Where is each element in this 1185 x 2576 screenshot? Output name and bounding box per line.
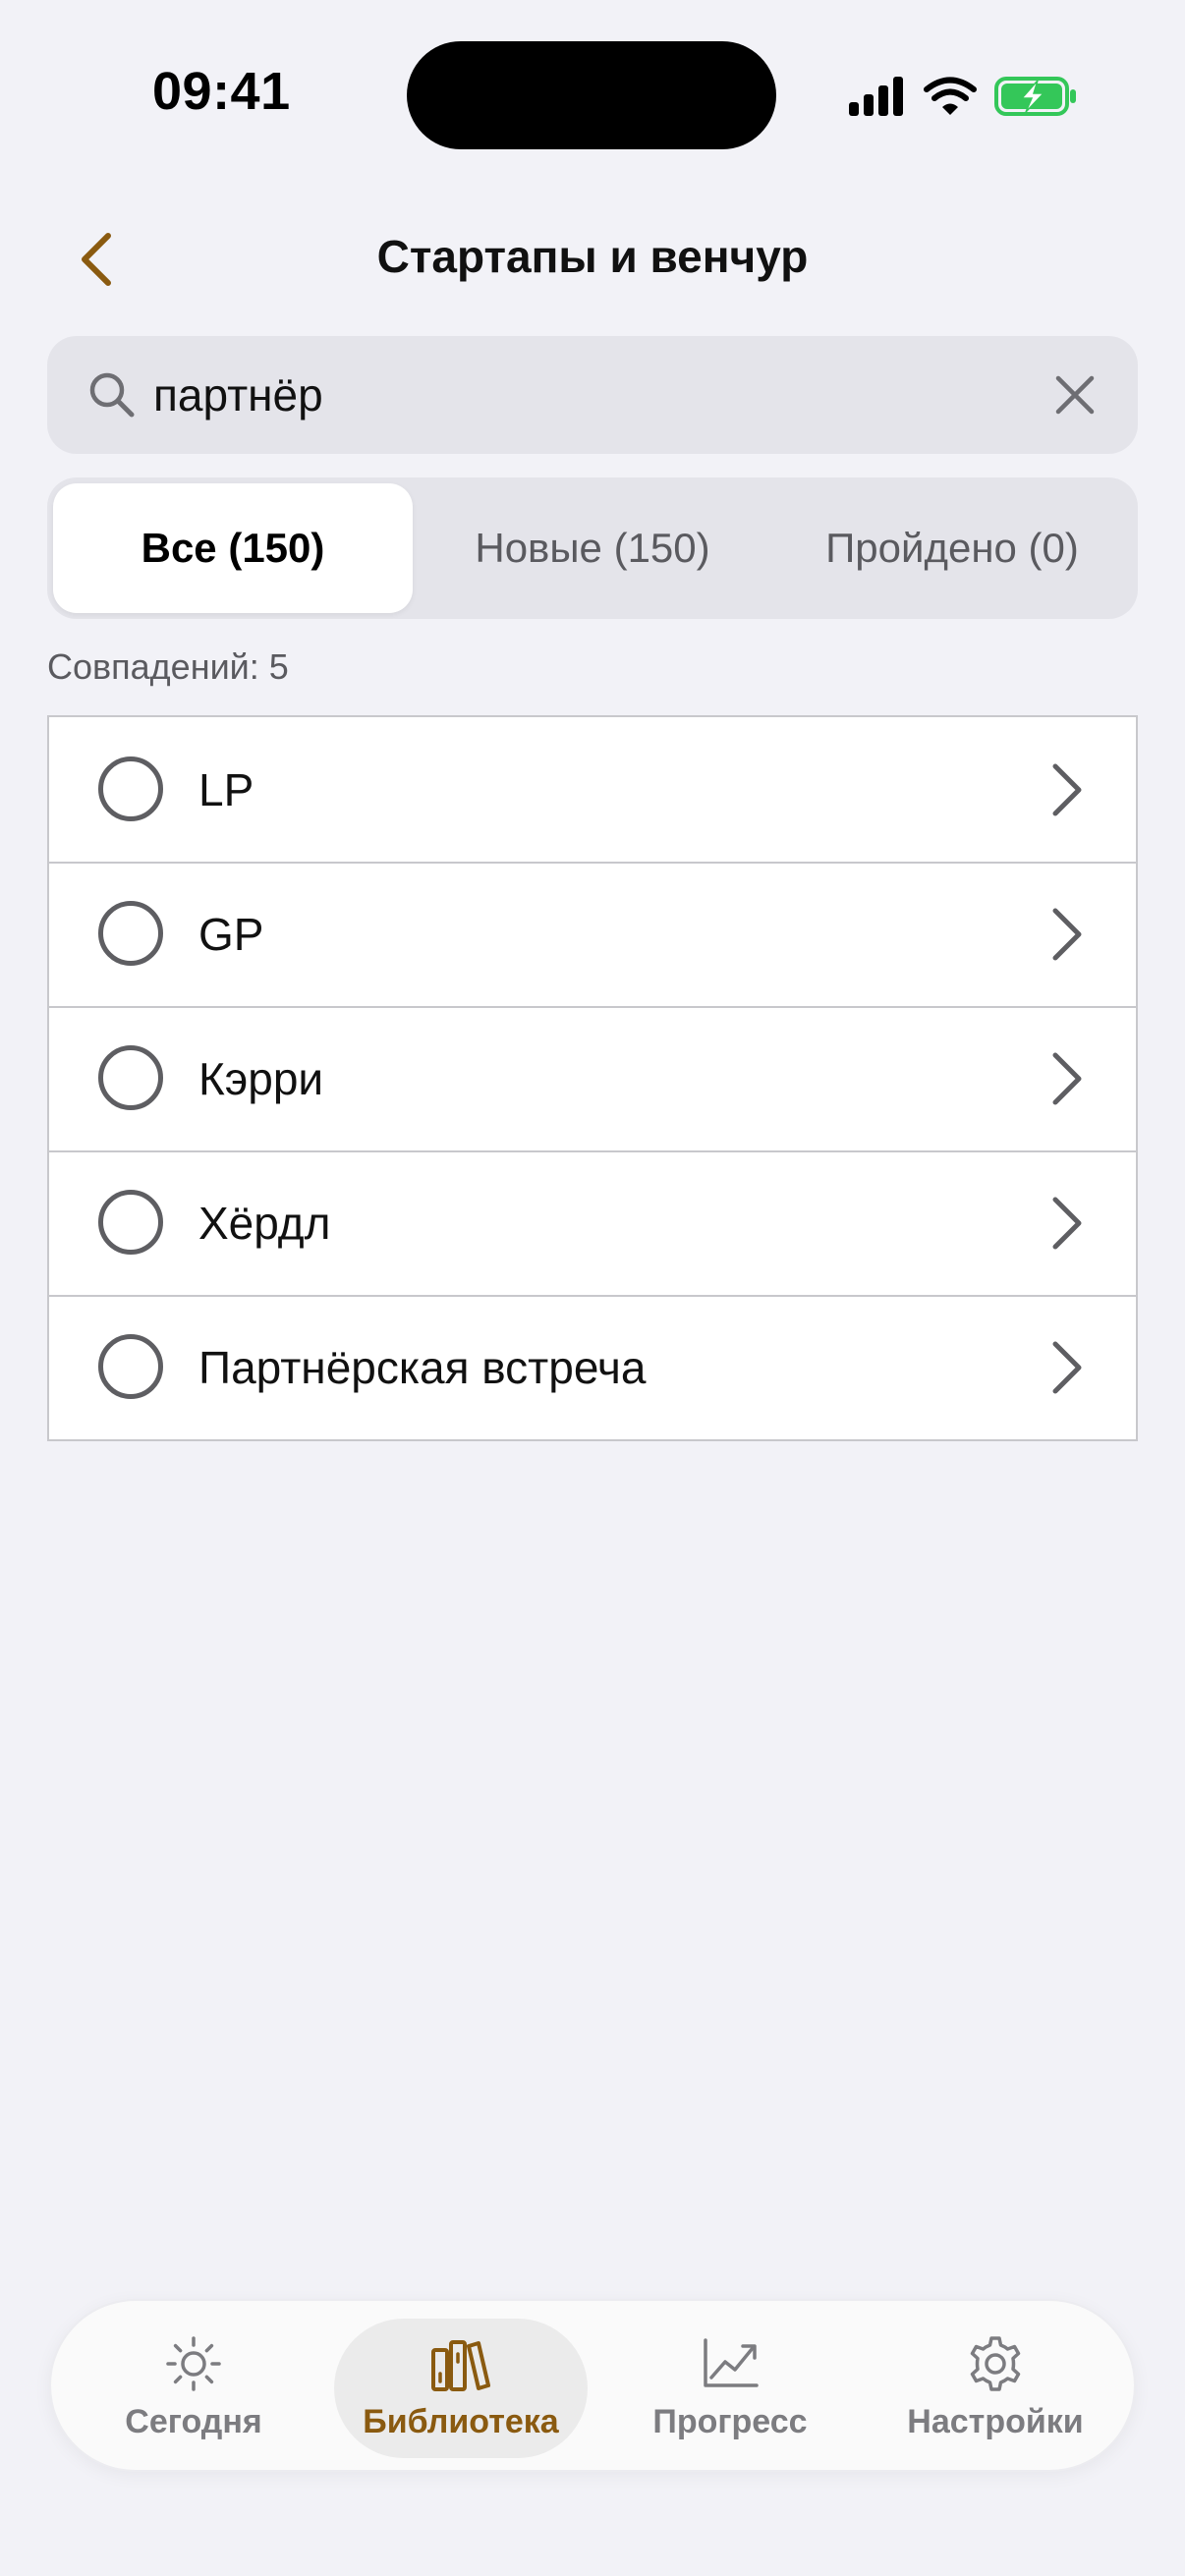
tab-label: Настройки [907,2402,1084,2440]
segment-new[interactable]: Новые (150) [413,483,772,613]
segment-all[interactable]: Все (150) [53,483,413,613]
search-icon [89,372,135,418]
dynamic-island [407,41,776,149]
status-circle-icon [98,756,163,821]
tab-library[interactable]: Библиотека [334,2301,588,2474]
close-icon [1055,375,1095,415]
cellular-signal-icon [849,77,903,116]
results-list: LP GP Кэрри Хёрдл Партнёрская встреча [47,715,1138,1441]
chart-icon [704,2337,759,2387]
match-count: Совпадений: 5 [47,646,289,687]
chevron-right-icon [1052,1197,1082,1250]
chevron-right-icon [1052,763,1082,816]
list-item[interactable]: Кэрри [49,1006,1136,1150]
status-icons [847,75,1079,118]
status-circle-icon [98,1045,163,1110]
tab-progress[interactable]: Прогресс [607,2301,853,2474]
list-item-label: Хёрдл [198,1197,331,1249]
list-item[interactable]: LP [49,717,1136,862]
chevron-right-icon [1052,1052,1082,1105]
chevron-right-icon [1052,1341,1082,1394]
list-item-label: Партнёрская встреча [198,1341,647,1393]
list-item-label: GP [198,908,264,960]
wifi-icon [924,77,977,115]
tab-label: Прогресс [652,2402,808,2440]
tab-label: Сегодня [125,2402,262,2440]
list-item-label: LP [198,763,254,815]
status-circle-icon [98,1334,163,1399]
list-item[interactable]: Партнёрская встреча [49,1295,1136,1439]
tab-bar: Сегодня Библиотека Прогресс Настройки [49,2299,1136,2472]
search-bar [47,336,1138,454]
gear-icon [970,2335,1021,2391]
page-title: Стартапы и венчур [376,231,809,282]
sun-icon [166,2335,221,2391]
screen: 09:41 Стартапы и венчур партнёр Все (150… [0,0,1185,2576]
status-circle-icon [98,901,163,966]
list-item[interactable]: GP [49,862,1136,1006]
segment-completed[interactable]: Пройдено (0) [772,483,1132,613]
list-item-label: Кэрри [198,1052,324,1104]
battery-charging-icon [994,77,1076,116]
status-time: 09:41 [152,62,291,121]
list-item[interactable]: Хёрдл [49,1150,1136,1295]
chevron-right-icon [1052,908,1082,961]
tab-label: Библиотека [363,2402,559,2440]
clear-search-button[interactable] [1045,365,1104,424]
status-circle-icon [98,1190,163,1255]
books-icon [431,2339,490,2391]
tab-settings[interactable]: Настройки [873,2301,1118,2474]
tab-today[interactable]: Сегодня [71,2301,316,2474]
search-input[interactable] [153,356,1038,434]
filter-segmented-control: Все (150) Новые (150) Пройдено (0) [47,477,1138,619]
